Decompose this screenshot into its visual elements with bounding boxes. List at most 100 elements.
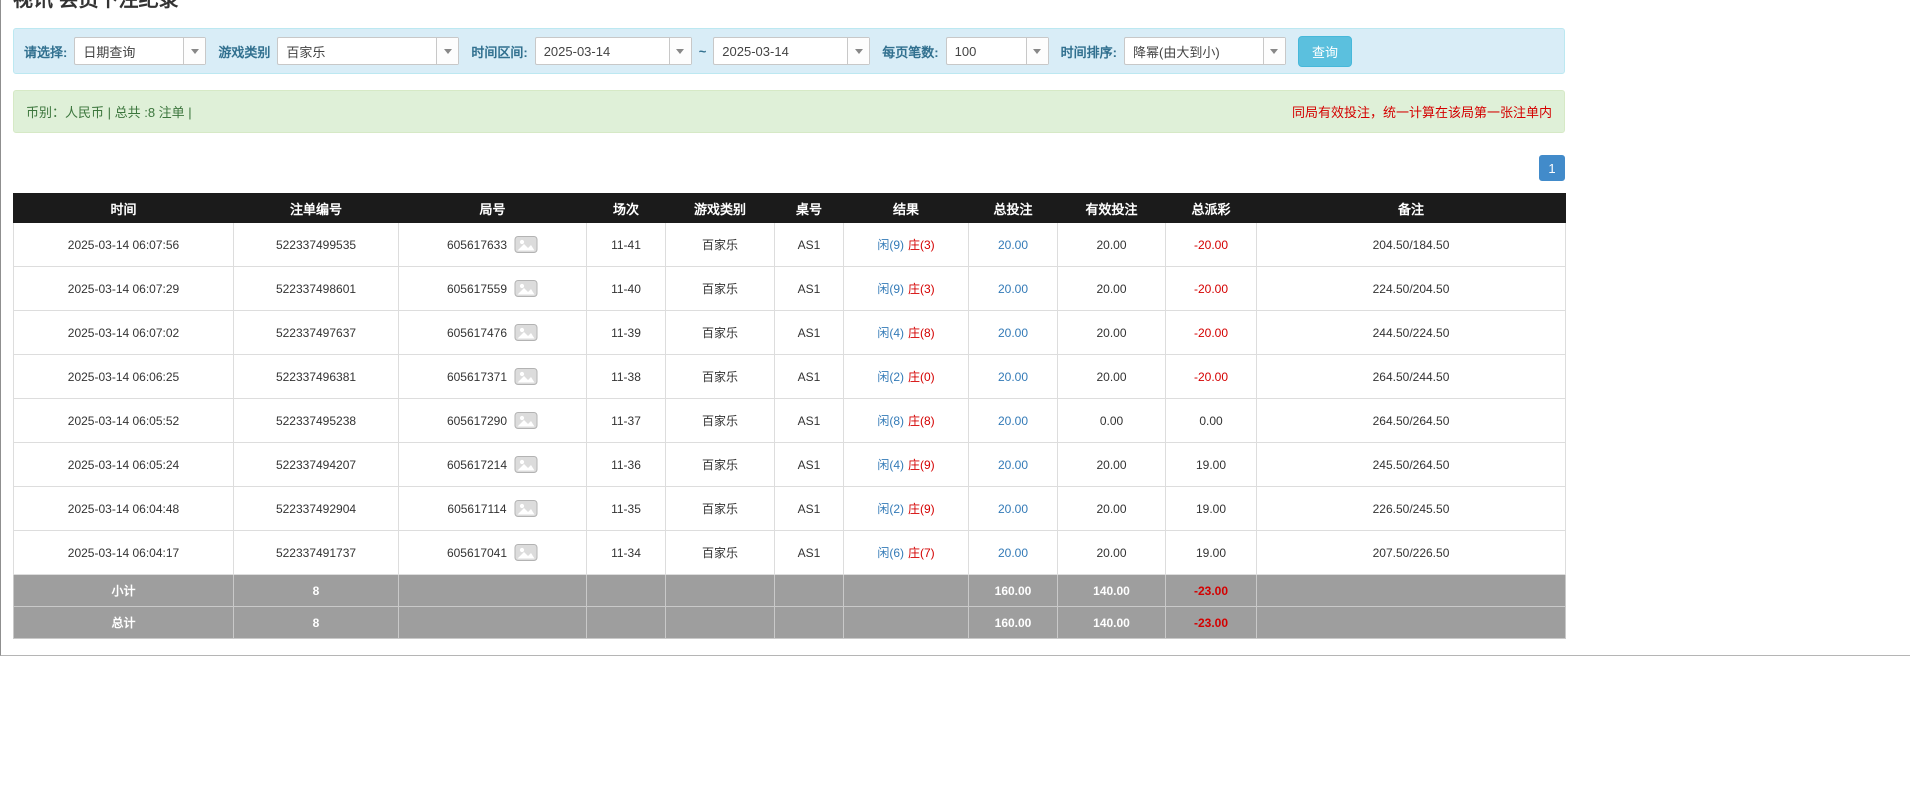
round-number: 605617559: [447, 282, 507, 296]
session-number: 11-36: [587, 443, 666, 487]
video-replay-icon[interactable]: [514, 411, 538, 430]
valid-bet: 20.00: [1058, 487, 1166, 531]
round-cell: 605617041: [399, 531, 587, 575]
total-bet-link[interactable]: 20.00: [998, 238, 1028, 252]
total-bet-link[interactable]: 20.00: [998, 282, 1028, 296]
total-bet-link[interactable]: 20.00: [998, 414, 1028, 428]
game-type-cell: 百家乐: [666, 311, 775, 355]
date-to-picker[interactable]: 2025-03-14: [713, 37, 870, 65]
session-number: 11-41: [587, 223, 666, 267]
result-cell: 闲(2)庄(0): [844, 355, 969, 399]
table-row: 2025-03-14 06:04:17 522337491737 6056170…: [14, 531, 1566, 575]
video-replay-icon[interactable]: [514, 279, 538, 298]
video-replay-icon[interactable]: [514, 455, 538, 474]
game-type-select[interactable]: 百家乐: [277, 37, 459, 65]
column-header: 注单编号: [234, 194, 399, 223]
column-header: 桌号: [775, 194, 844, 223]
valid-bet: 0.00: [1058, 399, 1166, 443]
bet-time: 2025-03-14 06:05:52: [14, 399, 234, 443]
round-cell: 605617214: [399, 443, 587, 487]
result-banker: 庄(8): [908, 414, 935, 428]
result-cell: 闲(6)庄(7): [844, 531, 969, 575]
bet-id: 522337496381: [234, 355, 399, 399]
page-frame: 视讯 会员下注纪录 请选择: 日期查询 游戏类别 百家乐 时间区间: 2: [0, 0, 1910, 656]
chevron-down-icon[interactable]: [1263, 38, 1285, 64]
result-player: 闲(4): [877, 326, 904, 340]
sort-group: 时间排序: 降幂(由大到小): [1061, 37, 1286, 65]
query-type-label: 请选择:: [24, 42, 67, 61]
round-number: 605617476: [447, 326, 507, 340]
payout: -20.00: [1166, 311, 1257, 355]
sort-select[interactable]: 降幂(由大到小): [1124, 37, 1286, 65]
search-button[interactable]: 查询: [1298, 36, 1352, 67]
chevron-down-icon[interactable]: [183, 38, 205, 64]
total-bet-link[interactable]: 20.00: [998, 370, 1028, 384]
round-cell: 605617633: [399, 223, 587, 267]
result-cell: 闲(9)庄(3): [844, 223, 969, 267]
query-type-select[interactable]: 日期查询: [74, 37, 206, 65]
total-bet-cell: 20.00: [969, 267, 1058, 311]
round-number: 605617371: [447, 370, 507, 384]
video-replay-icon[interactable]: [514, 235, 538, 254]
pagination: 1: [13, 155, 1565, 181]
game-type-cell: 百家乐: [666, 531, 775, 575]
round-cell: 605617559: [399, 267, 587, 311]
table-number: AS1: [775, 443, 844, 487]
round-number: 605617214: [447, 458, 507, 472]
query-type-value: 日期查询: [75, 38, 183, 64]
remark: 224.50/204.50: [1257, 267, 1566, 311]
date-to-value: 2025-03-14: [714, 38, 847, 64]
page-size-select[interactable]: 100: [946, 37, 1049, 65]
page-size-group: 每页笔数: 100: [882, 37, 1048, 65]
result-banker: 庄(3): [908, 282, 935, 296]
chevron-down-icon[interactable]: [847, 38, 869, 64]
total-bet-link[interactable]: 20.00: [998, 502, 1028, 516]
bet-id: 522337498601: [234, 267, 399, 311]
round-number: 605617041: [447, 546, 507, 560]
table-number: AS1: [775, 311, 844, 355]
payout: -20.00: [1166, 355, 1257, 399]
game-type-cell: 百家乐: [666, 399, 775, 443]
video-replay-icon[interactable]: [514, 323, 538, 342]
date-from-picker[interactable]: 2025-03-14: [535, 37, 692, 65]
video-replay-icon[interactable]: [514, 543, 538, 562]
table-row: 2025-03-14 06:05:52 522337495238 6056172…: [14, 399, 1566, 443]
chevron-down-icon[interactable]: [436, 38, 458, 64]
video-replay-icon[interactable]: [514, 367, 538, 386]
game-type-cell: 百家乐: [666, 223, 775, 267]
total-count: 8: [234, 607, 399, 639]
page-button-1[interactable]: 1: [1539, 155, 1565, 181]
round-cell: 605617371: [399, 355, 587, 399]
result-banker: 庄(9): [908, 502, 935, 516]
table-row: 2025-03-14 06:07:02 522337497637 6056174…: [14, 311, 1566, 355]
game-type-group: 游戏类别 百家乐: [218, 37, 459, 65]
total-bet-cell: 20.00: [969, 399, 1058, 443]
table-number: AS1: [775, 223, 844, 267]
filter-bar: 请选择: 日期查询 游戏类别 百家乐 时间区间: 2025-03-14: [13, 28, 1565, 74]
round-number: 605617114: [447, 502, 506, 516]
total-bet-link[interactable]: 20.00: [998, 546, 1028, 560]
bet-time: 2025-03-14 06:05:24: [14, 443, 234, 487]
bet-records-table: 时间注单编号局号场次游戏类别桌号结果总投注有效投注总派彩备注 2025-03-1…: [13, 193, 1566, 639]
session-number: 11-37: [587, 399, 666, 443]
remark: 244.50/224.50: [1257, 311, 1566, 355]
result-player: 闲(4): [877, 458, 904, 472]
result-player: 闲(2): [877, 370, 904, 384]
bet-id: 522337494207: [234, 443, 399, 487]
video-replay-icon[interactable]: [514, 499, 538, 518]
session-number: 11-38: [587, 355, 666, 399]
remark: 264.50/244.50: [1257, 355, 1566, 399]
chevron-down-icon[interactable]: [669, 38, 691, 64]
session-number: 11-35: [587, 487, 666, 531]
game-type-label: 游戏类别: [218, 42, 270, 61]
total-bet-link[interactable]: 20.00: [998, 458, 1028, 472]
payout: 19.00: [1166, 531, 1257, 575]
page-size-value: 100: [947, 38, 1026, 64]
table-number: AS1: [775, 355, 844, 399]
chevron-down-icon[interactable]: [1026, 38, 1048, 64]
column-header: 时间: [14, 194, 234, 223]
table-number: AS1: [775, 487, 844, 531]
session-number: 11-39: [587, 311, 666, 355]
total-label: 总计: [14, 607, 234, 639]
total-bet-link[interactable]: 20.00: [998, 326, 1028, 340]
